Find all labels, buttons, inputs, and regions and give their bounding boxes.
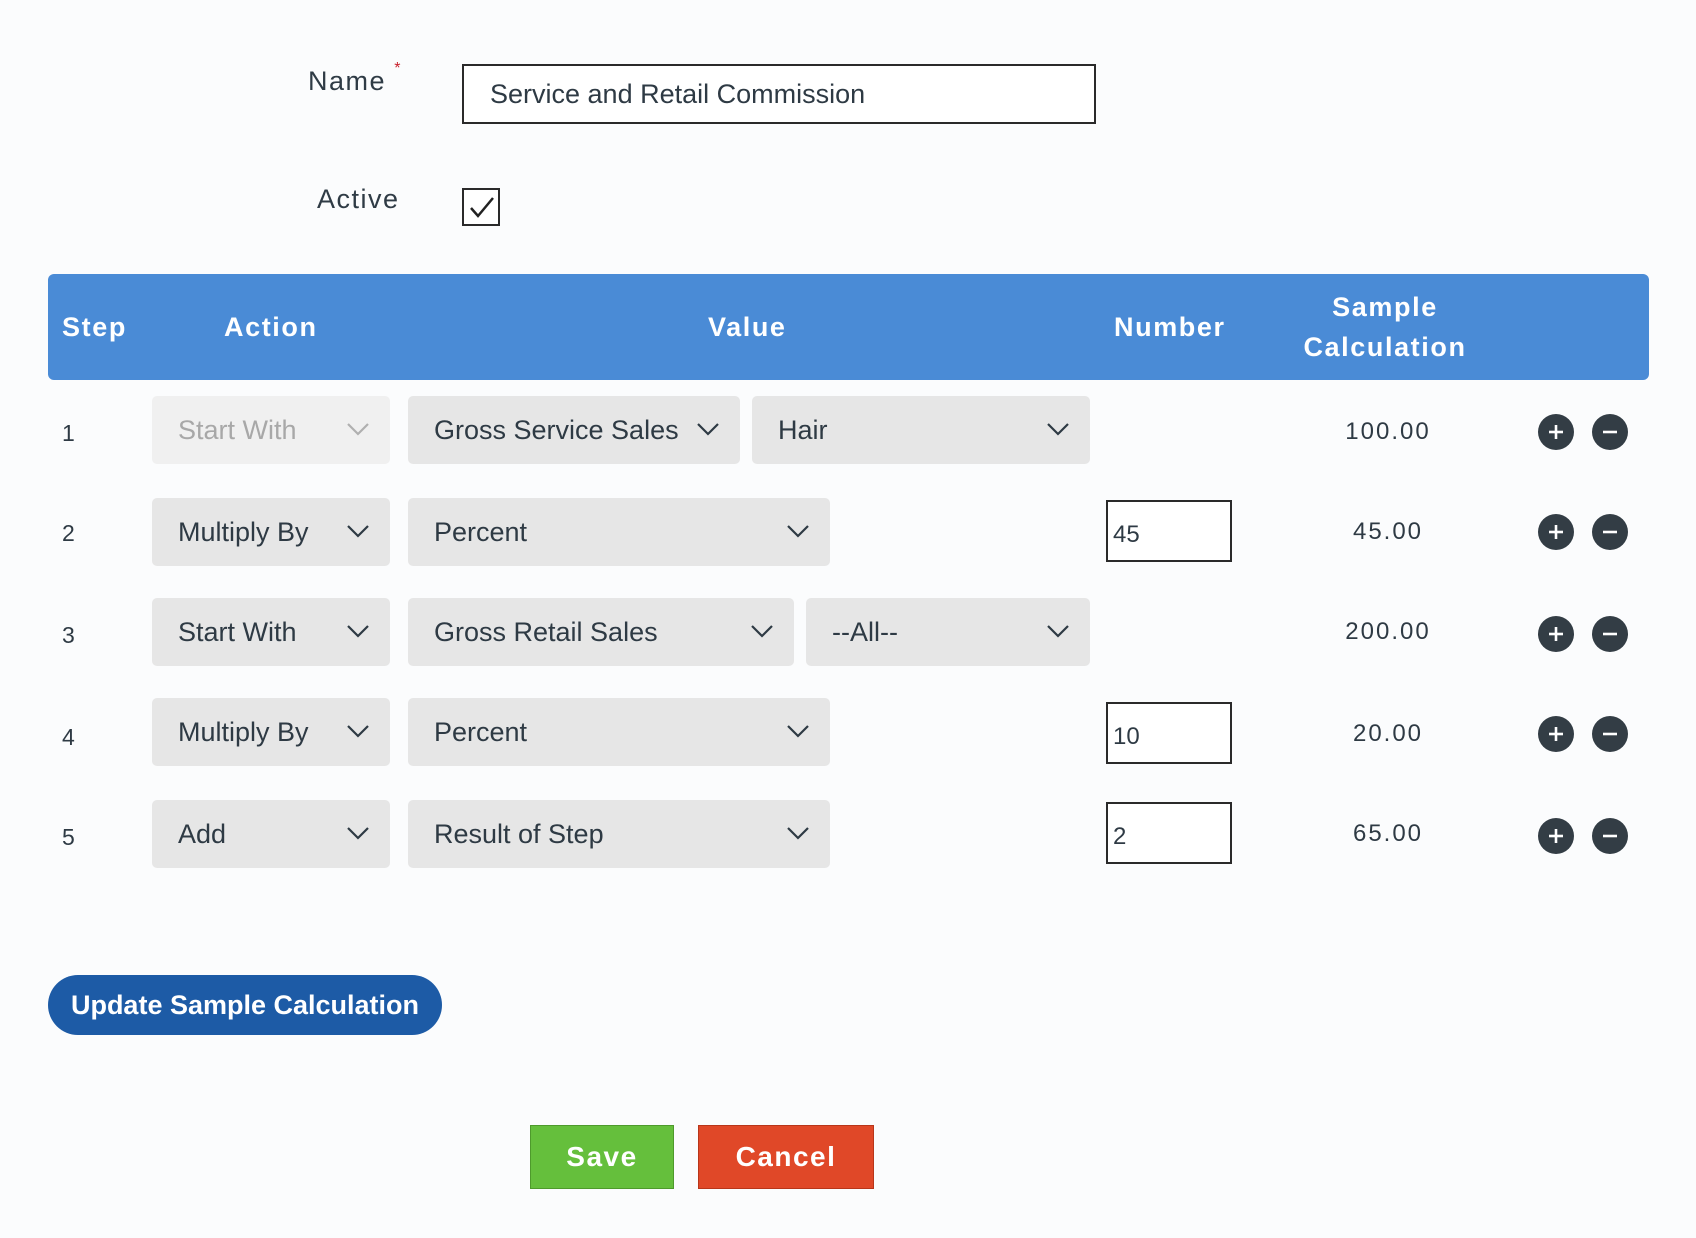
plus-icon <box>1549 829 1563 843</box>
header-number: Number <box>1114 312 1226 342</box>
header-value: Value <box>708 312 787 342</box>
action-select[interactable]: Multiply By <box>152 498 390 566</box>
chevron-down-icon <box>347 525 369 538</box>
sample-value: 200.00 <box>1345 618 1431 645</box>
action-select[interactable]: Multiply By <box>152 698 390 766</box>
add-step-button[interactable] <box>1538 616 1574 652</box>
value-select[interactable]: Percent <box>408 498 830 566</box>
chevron-down-icon <box>787 525 809 538</box>
sample-value: 65.00 <box>1352 820 1424 847</box>
plus-icon <box>1549 525 1563 539</box>
header-step: Step <box>62 312 127 342</box>
step-number: 2 <box>62 520 76 546</box>
header-sample-line2: Calculation <box>1303 332 1467 362</box>
chevron-down-icon <box>787 827 809 840</box>
active-label: Active <box>317 184 400 214</box>
chevron-down-icon <box>347 827 369 840</box>
chevron-down-icon <box>347 725 369 738</box>
action-select[interactable]: Start With <box>152 598 390 666</box>
chevron-down-icon <box>347 625 369 638</box>
action-select: Start With <box>152 396 390 464</box>
number-input[interactable]: 2 <box>1106 802 1232 864</box>
name-label: Name * <box>308 60 403 96</box>
header-sample-line1: Sample <box>1332 292 1438 322</box>
remove-step-button[interactable] <box>1592 616 1628 652</box>
minus-icon <box>1603 530 1617 534</box>
chevron-down-icon <box>1047 625 1069 638</box>
add-step-button[interactable] <box>1538 414 1574 450</box>
sample-value: 100.00 <box>1345 418 1431 445</box>
name-input[interactable]: Service and Retail Commission <box>462 64 1096 124</box>
header-action: Action <box>224 312 318 342</box>
active-checkbox[interactable] <box>462 188 500 226</box>
step-number: 5 <box>62 824 76 850</box>
checkmark-icon <box>470 197 494 218</box>
step-number: 1 <box>62 420 76 446</box>
number-input[interactable]: 45 <box>1106 500 1232 562</box>
value-select[interactable]: Percent <box>408 698 830 766</box>
remove-step-button[interactable] <box>1592 716 1628 752</box>
value-select[interactable]: Gross Service Sales <box>408 396 740 464</box>
remove-step-button[interactable] <box>1592 414 1628 450</box>
step-number: 3 <box>62 622 76 648</box>
sample-value: 45.00 <box>1352 518 1424 545</box>
update-sample-calculation-button[interactable]: Update Sample Calculation <box>48 975 442 1035</box>
subvalue-select[interactable]: Hair <box>752 396 1090 464</box>
remove-step-button[interactable] <box>1592 818 1628 854</box>
chevron-down-icon <box>751 625 773 638</box>
cancel-button[interactable]: Cancel <box>698 1125 874 1189</box>
table-header: Step Action Value Number Sample Calculat… <box>48 274 1649 380</box>
sample-value: 20.00 <box>1352 720 1424 747</box>
plus-icon <box>1549 627 1563 641</box>
minus-icon <box>1603 632 1617 636</box>
required-marker: * <box>394 60 403 77</box>
value-select[interactable]: Gross Retail Sales <box>408 598 794 666</box>
minus-icon <box>1603 834 1617 838</box>
action-select[interactable]: Add <box>152 800 390 868</box>
number-input[interactable]: 10 <box>1106 702 1232 764</box>
chevron-down-icon <box>347 423 369 436</box>
add-step-button[interactable] <box>1538 514 1574 550</box>
plus-icon <box>1549 425 1563 439</box>
add-step-button[interactable] <box>1538 818 1574 854</box>
subvalue-select[interactable]: --All-- <box>806 598 1090 666</box>
step-number: 4 <box>62 724 76 750</box>
minus-icon <box>1603 732 1617 736</box>
chevron-down-icon <box>787 725 809 738</box>
minus-icon <box>1603 430 1617 434</box>
chevron-down-icon <box>697 423 719 436</box>
remove-step-button[interactable] <box>1592 514 1628 550</box>
plus-icon <box>1549 727 1563 741</box>
add-step-button[interactable] <box>1538 716 1574 752</box>
save-button[interactable]: Save <box>530 1125 674 1189</box>
value-select[interactable]: Result of Step <box>408 800 830 868</box>
chevron-down-icon <box>1047 423 1069 436</box>
